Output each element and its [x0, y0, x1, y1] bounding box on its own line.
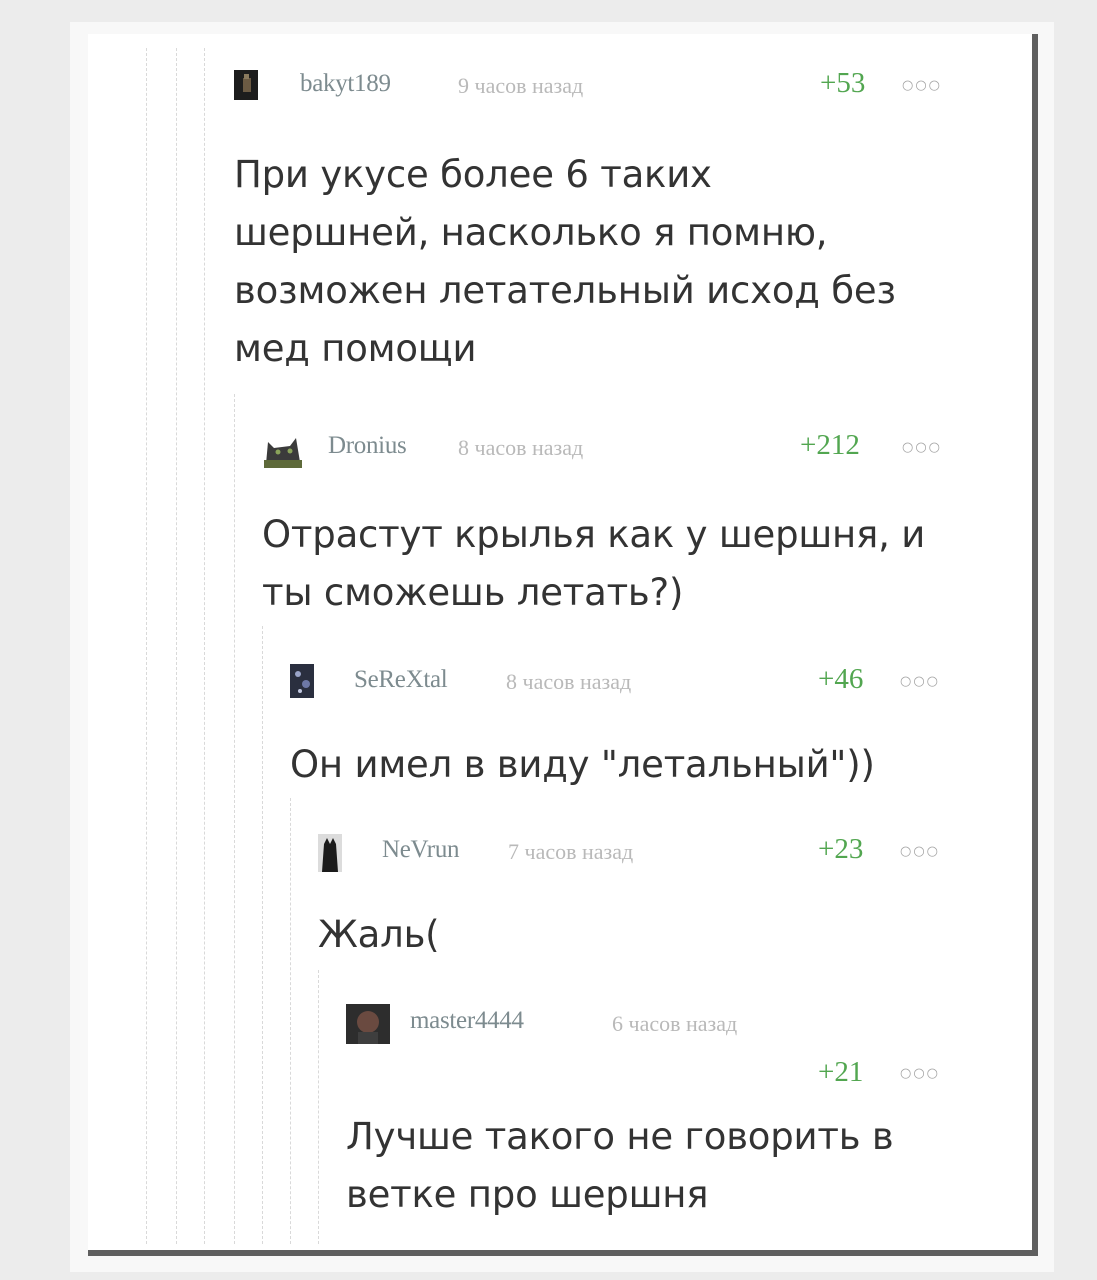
avatar-image [262, 430, 304, 468]
comment-text-line: ветке про шершня [346, 1173, 709, 1216]
avatar-image [346, 1004, 390, 1044]
avatar[interactable] [346, 1004, 390, 1044]
thread-line [262, 626, 263, 1244]
comment-text-line: ты сможешь летать?) [262, 571, 684, 614]
timestamp[interactable]: 8 часов назад [458, 435, 583, 461]
comment-text: Он имел в виду "летальный")) [290, 736, 875, 794]
avatar-image [234, 70, 258, 100]
avatar[interactable] [234, 70, 258, 102]
avatar[interactable] [262, 430, 304, 468]
username[interactable]: bakyt189 [300, 70, 391, 98]
comment-text: Лучше такого не говорить в ветке про шер… [346, 1108, 894, 1224]
comment-text-line: Жаль( [318, 913, 440, 956]
more-dots-icon[interactable]: ○○○ [900, 844, 940, 859]
comment-text-line: Отрастут крылья как у шершня, и [262, 513, 926, 556]
timestamp[interactable]: 7 часов назад [508, 839, 633, 865]
thread-line [146, 48, 147, 1244]
more-dots-icon[interactable]: ○○○ [900, 1066, 940, 1081]
thread-line [234, 394, 235, 1244]
comment-text-line: шершней, насколько я помню, [234, 211, 828, 254]
rating-score: +212 [800, 429, 860, 461]
rating-score: +53 [820, 67, 866, 99]
username[interactable]: Dronius [328, 432, 407, 460]
comment-text-line: Лучше такого не говорить в [346, 1115, 894, 1158]
timestamp[interactable]: 8 часов назад [506, 669, 631, 695]
more-dots-icon[interactable]: ○○○ [902, 440, 942, 455]
avatar-image [318, 834, 342, 872]
rating-score: +23 [818, 833, 864, 865]
more-dots-icon[interactable]: ○○○ [902, 78, 942, 93]
comment-text-line: Он имел в виду "летальный")) [290, 743, 875, 786]
comment-text: Отрастут крылья как у шершня, и ты сможе… [262, 506, 925, 622]
timestamp[interactable]: 9 часов назад [458, 73, 583, 99]
rating-score: +21 [818, 1056, 864, 1088]
thread-line [204, 48, 205, 1244]
comment-text: Жаль( [318, 906, 440, 964]
thread-line [176, 48, 177, 1244]
comment-text-line: возможен летательный исход без [234, 269, 896, 312]
comment-text: При укусе более 6 таких шершней, насколь… [234, 146, 896, 378]
comment-text-line: мед помощи [234, 327, 477, 370]
username[interactable]: master4444 [410, 1007, 524, 1035]
timestamp[interactable]: 6 часов назад [612, 1011, 737, 1037]
username[interactable]: NeVrun [382, 836, 460, 864]
rating-score: +46 [818, 663, 864, 695]
username[interactable]: SeReXtal [354, 666, 448, 694]
thread-line [290, 798, 291, 1244]
avatar-image [290, 664, 314, 698]
avatar[interactable] [290, 664, 314, 698]
avatar[interactable] [318, 834, 342, 872]
comment-text-line: При укусе более 6 таких [234, 153, 712, 196]
comment-thread: bakyt189 9 часов назад +53 ○○○ При укусе… [88, 34, 1038, 1256]
more-dots-icon[interactable]: ○○○ [900, 674, 940, 689]
thread-line [318, 970, 319, 1244]
